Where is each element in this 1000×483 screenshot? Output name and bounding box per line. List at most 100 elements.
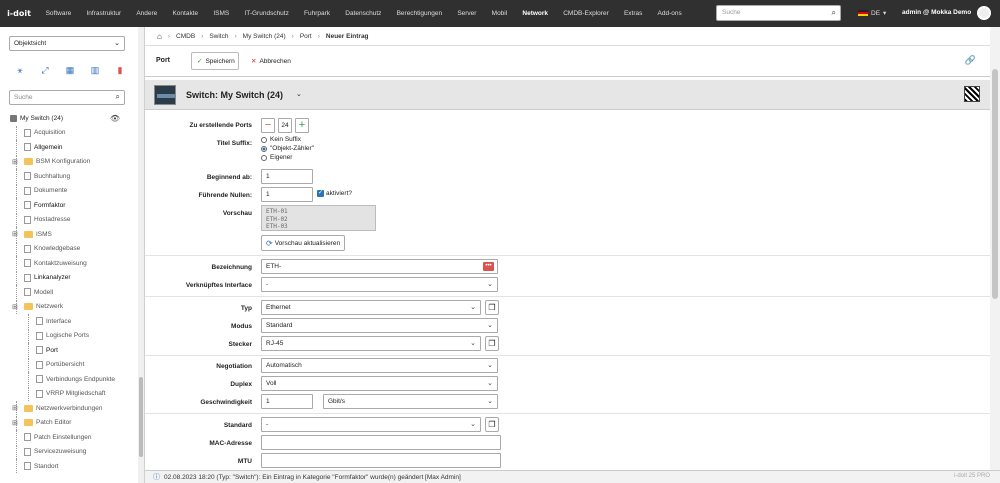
duplex-select[interactable]: Voll ⌄: [261, 376, 498, 391]
tree-item[interactable]: Standort: [0, 459, 144, 474]
mtu-input[interactable]: [261, 453, 501, 468]
tree-item[interactable]: Portübersicht: [0, 357, 144, 373]
search-icon[interactable]: ⌕: [832, 8, 836, 18]
nav-item-add-ons[interactable]: Add-ons: [650, 0, 689, 27]
tree-search-input[interactable]: Suche ⌕: [9, 90, 125, 105]
name-input[interactable]: ETH- •••: [261, 259, 498, 274]
user-menu[interactable]: admin @ Mokka Demo: [902, 9, 971, 16]
language-selector[interactable]: DE ▾: [858, 9, 886, 17]
copy-icon[interactable]: ❐: [485, 336, 499, 351]
standard-select[interactable]: - ⌄: [261, 417, 481, 432]
speed-input[interactable]: 1: [261, 394, 313, 409]
tree-item[interactable]: ⊞ ISMS: [0, 227, 144, 242]
breadcrumb-switch[interactable]: Switch: [209, 33, 228, 40]
plug-select[interactable]: RJ-45 ⌄: [261, 336, 481, 351]
chart-icon[interactable]: ▮: [114, 65, 126, 75]
nav-item-andere[interactable]: Andere: [129, 0, 165, 27]
tree-item-label: Formfaktor: [34, 201, 66, 209]
linked-interface-select[interactable]: - ⌄: [261, 277, 498, 292]
expand-icon[interactable]: ⤢: [39, 65, 51, 75]
chevron-down-icon[interactable]: ⌄: [296, 90, 302, 98]
suffix-none-radio[interactable]: Kein Suffix: [261, 136, 301, 143]
qr-code-icon[interactable]: [964, 86, 980, 102]
nav-item-software[interactable]: Software: [38, 0, 79, 27]
refresh-preview-button[interactable]: ⟳ Vorschau aktualisieren: [261, 235, 346, 251]
tree-item[interactable]: Knowledgebase: [0, 241, 144, 257]
save-button[interactable]: ✓ Speichern: [191, 52, 239, 70]
suffix-custom-radio[interactable]: Eigener: [261, 154, 292, 161]
nav-item-berechtigungen[interactable]: Berechtigungen: [389, 0, 450, 27]
breadcrumb-cmdb[interactable]: CMDB: [176, 33, 195, 40]
speed-unit-select[interactable]: Gbit/s ⌄: [323, 394, 498, 409]
eye-icon[interactable]: 👁: [110, 114, 120, 123]
tree-item[interactable]: Dokumente: [0, 183, 144, 199]
tree-item[interactable]: ⊞ Netzwerkverbindungen: [0, 401, 144, 416]
tree-item[interactable]: Modell: [0, 285, 144, 300]
nav-item-infrastruktur[interactable]: Infrastruktur: [79, 0, 129, 27]
tree-item[interactable]: Interface: [0, 314, 144, 329]
user-avatar-icon[interactable]: [977, 6, 991, 20]
tree-item[interactable]: Hostadresse: [0, 212, 144, 228]
tree-item[interactable]: ⊞ BSM Konfiguration: [0, 154, 144, 170]
nav-item-kontakte[interactable]: Kontakte: [165, 0, 206, 27]
tree-item[interactable]: Logische Ports: [0, 328, 144, 344]
increase-button[interactable]: +: [295, 118, 309, 133]
nav-item-fuhrpark[interactable]: Fuhrpark: [296, 0, 337, 27]
cancel-button[interactable]: ✕ Abbrechen: [245, 52, 299, 70]
calendar-icon[interactable]: ▦: [64, 65, 76, 75]
begin-input[interactable]: 1: [261, 169, 313, 184]
network-icon[interactable]: ⚹: [14, 65, 26, 75]
app-logo[interactable]: i-doit: [0, 0, 38, 27]
suffix-counter-radio[interactable]: "Objekt-Zähler": [261, 145, 314, 152]
expand-icon[interactable]: ⊞: [12, 303, 18, 311]
expand-icon[interactable]: ⊞: [12, 158, 18, 166]
nav-item-mobil[interactable]: Mobil: [484, 0, 515, 27]
tree-item[interactable]: Buchhaltung: [0, 169, 144, 184]
tree-item[interactable]: Acquisition: [0, 125, 144, 141]
tree-item[interactable]: Port: [0, 343, 144, 358]
expand-icon[interactable]: ⊞: [12, 230, 18, 238]
view-select[interactable]: Objektsicht ⌄: [9, 36, 125, 51]
sidebar-scrollbar[interactable]: [138, 27, 144, 483]
tree-item[interactable]: Patch Einstellungen: [0, 430, 144, 445]
breadcrumb-object[interactable]: My Switch (24): [243, 33, 286, 40]
negotiation-select[interactable]: Automatisch ⌄: [261, 358, 498, 373]
breadcrumb-port[interactable]: Port: [300, 33, 312, 40]
nav-item-network[interactable]: Network: [515, 0, 556, 27]
expand-icon[interactable]: ⊞: [12, 419, 18, 427]
tree-item[interactable]: Verbindungs Endpunkte: [0, 372, 144, 387]
tree-item[interactable]: My Switch (24) 👁: [0, 111, 144, 126]
type-select[interactable]: Ethernet ⌄: [261, 300, 481, 315]
mac-address-input[interactable]: [261, 435, 501, 450]
copy-icon[interactable]: ❐: [485, 417, 499, 432]
copy-icon[interactable]: ❐: [485, 300, 499, 315]
tree-item[interactable]: Servicezuweisung: [0, 444, 144, 460]
tree-item[interactable]: Formfaktor: [0, 198, 144, 213]
global-search-input[interactable]: Suche ⌕: [716, 5, 841, 21]
main-scrollbar[interactable]: [990, 27, 1000, 470]
more-options-icon[interactable]: •••: [483, 262, 494, 271]
nav-item-datenschutz[interactable]: Datenschutz: [338, 0, 389, 27]
home-icon[interactable]: ⌂: [157, 32, 162, 41]
tree-item[interactable]: VRRP Mitgliedschaft: [0, 386, 144, 402]
mode-select[interactable]: Standard ⌄: [261, 318, 498, 333]
link-icon[interactable]: 🔗: [965, 55, 976, 66]
tree-item[interactable]: ⊞ Netzwerk: [0, 299, 144, 315]
nav-item-isms[interactable]: ISMS: [206, 0, 237, 27]
tree-item[interactable]: Linkanalyzer: [0, 270, 144, 286]
leading-zeros-input[interactable]: 1: [261, 187, 313, 202]
expand-icon[interactable]: ⊞: [12, 404, 18, 412]
decrease-button[interactable]: −: [261, 118, 275, 133]
ports-count-input[interactable]: 24: [278, 118, 292, 133]
leading-zeros-checkbox[interactable]: ✓ aktiviert?: [317, 190, 352, 197]
search-icon[interactable]: ⌕: [116, 92, 120, 102]
type-value: Ethernet: [266, 304, 291, 311]
nav-item-extras[interactable]: Extras: [616, 0, 650, 27]
book-icon[interactable]: ▥: [89, 65, 101, 75]
tree-item[interactable]: ⊞ Patch Editor: [0, 415, 144, 431]
nav-item-server[interactable]: Server: [450, 0, 484, 27]
tree-item[interactable]: Allgemein: [0, 140, 144, 155]
nav-item-it-grundschutz[interactable]: IT-Grundschutz: [237, 0, 297, 27]
nav-item-cmdb-explorer[interactable]: CMDB-Explorer: [556, 0, 617, 27]
tree-item[interactable]: Kontaktzuweisung: [0, 256, 144, 271]
